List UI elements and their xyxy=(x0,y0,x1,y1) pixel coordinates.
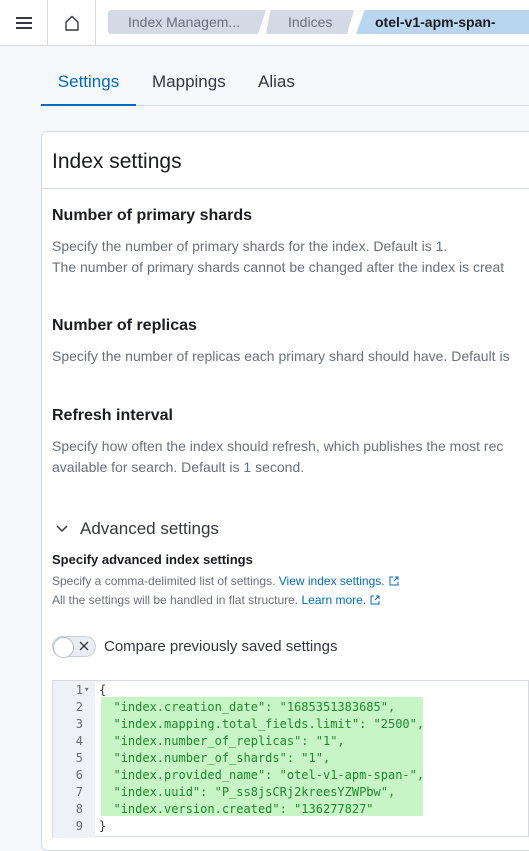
external-link-icon xyxy=(370,595,380,605)
panel-title: Index settings xyxy=(52,150,182,173)
home-icon xyxy=(64,15,79,31)
primary-shards-desc: Specify the number of primary shards for… xyxy=(52,238,448,254)
view-index-settings-link[interactable]: View index settings. xyxy=(279,574,385,588)
tab-bar: Settings Mappings Alias xyxy=(41,62,529,106)
breadcrumb-indices[interactable]: Indices xyxy=(266,10,354,34)
breadcrumb-current-index: otel-v1-apm-span- xyxy=(356,10,529,34)
home-button[interactable] xyxy=(48,0,96,46)
tab-alias[interactable]: Alias xyxy=(258,62,295,106)
line-number: 6 xyxy=(75,768,83,782)
code-line: { xyxy=(99,683,107,697)
top-bar: Index Managem... Indices otel-v1-apm-spa… xyxy=(0,0,529,46)
line-number: 5 xyxy=(75,751,83,765)
line-number: 2 xyxy=(75,700,83,714)
refresh-interval-desc: Specify how often the index should refre… xyxy=(52,438,504,454)
close-icon xyxy=(79,641,89,651)
replicas-desc: Specify the number of replicas each prim… xyxy=(52,348,510,364)
menu-button[interactable] xyxy=(0,0,48,46)
line-number: 8 xyxy=(75,802,83,816)
compare-settings-label: Compare previously saved settings xyxy=(104,638,338,655)
switch-knob xyxy=(53,637,74,658)
flat-structure-desc: All the settings will be handled in flat… xyxy=(52,593,380,607)
primary-shards-title: Number of primary shards xyxy=(52,207,253,224)
line-number: 4 xyxy=(75,734,83,748)
advanced-desc-text: Specify a comma-delimited list of settin… xyxy=(52,574,279,588)
line-number: 7 xyxy=(75,785,83,799)
line-number: 9 xyxy=(75,819,83,833)
flat-structure-text: All the settings will be handled in flat… xyxy=(52,593,302,607)
replicas-title: Number of replicas xyxy=(52,317,197,334)
code-line: "index.creation_date": "1685351383685", xyxy=(99,700,396,714)
code-line: } xyxy=(99,819,107,833)
code-line: "index.uuid": "P_ss8jsCRj2kreesYZWPbw", xyxy=(99,785,396,799)
primary-shards-note: The number of primary shards cannot be c… xyxy=(52,259,505,275)
code-line: "index.number_of_replicas": "1", xyxy=(99,734,345,748)
chevron-down-icon xyxy=(52,519,72,539)
tab-mappings[interactable]: Mappings xyxy=(152,62,226,106)
tab-settings[interactable]: Settings xyxy=(41,62,136,106)
hamburger-icon xyxy=(15,17,32,29)
advanced-settings-desc: Specify a comma-delimited list of settin… xyxy=(52,574,399,588)
line-number: 3 xyxy=(75,717,83,731)
code-line: "index.version.created": "136277827" xyxy=(99,802,374,816)
learn-more-link[interactable]: Learn more. xyxy=(301,593,366,607)
compare-settings-switch[interactable] xyxy=(52,636,96,658)
refresh-interval-title: Refresh interval xyxy=(52,407,173,424)
divider xyxy=(42,188,529,189)
fold-caret-icon[interactable]: ▾ xyxy=(84,685,89,695)
refresh-interval-desc-2: available for search. Default is 1 secon… xyxy=(52,459,305,475)
code-line: "index.provided_name": "otel-v1-apm-span… xyxy=(99,768,425,782)
advanced-settings-label: Advanced settings xyxy=(80,519,219,538)
advanced-settings-toggle[interactable]: Advanced settings xyxy=(52,519,219,539)
breadcrumb-index-management[interactable]: Index Managem... xyxy=(108,10,266,34)
code-line: "index.number_of_shards": "1", xyxy=(99,751,331,765)
external-link-icon xyxy=(389,576,399,586)
advanced-settings-subtitle: Specify advanced index settings xyxy=(52,552,253,567)
settings-json-editor[interactable]: 1 ▾ { 2 "index.creation_date": "16853513… xyxy=(52,680,529,838)
line-number: 1 xyxy=(75,683,83,697)
code-line: "index.mapping.total_fields.limit": "250… xyxy=(99,717,425,731)
